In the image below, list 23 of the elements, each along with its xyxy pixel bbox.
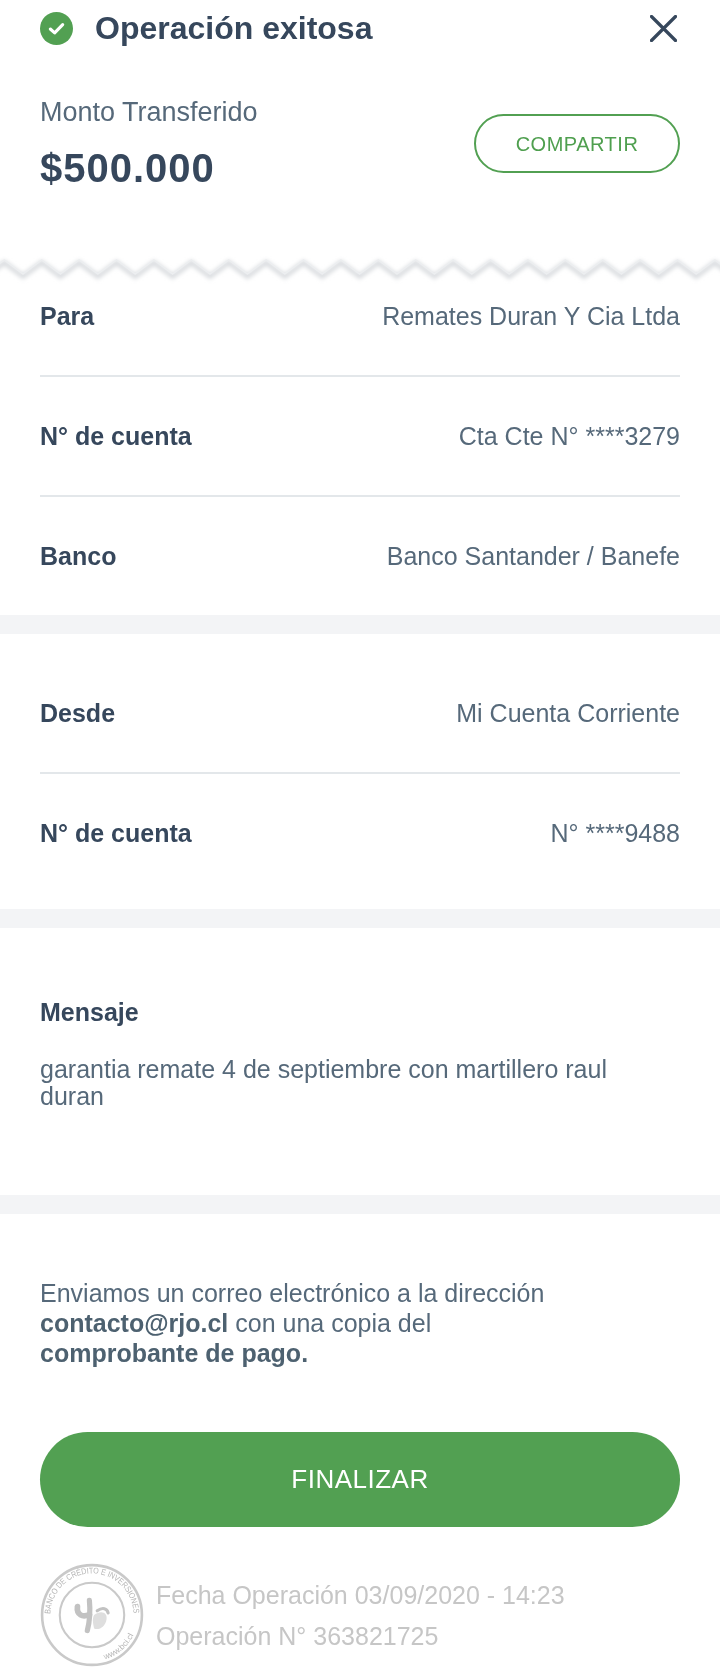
field-label: N° de cuenta (40, 421, 192, 451)
share-button[interactable]: COMPARTIR (474, 114, 680, 173)
message-label: Mensaje (40, 997, 140, 1027)
close-button[interactable] (649, 14, 677, 42)
email-notice-text: Enviamos un correo electrónico a la dirección contacto@rjo.cl con una copia del comprobante de pago. (40, 1278, 546, 1368)
operation-info-text: Operación N° 363821725 (156, 1620, 440, 1651)
field-label: Para (40, 301, 95, 331)
success-check-icon (40, 11, 73, 45)
field-value: Cta Cte N° ****3279 (458, 421, 680, 451)
field-label: N° de cuenta (40, 818, 192, 848)
field-label: Banco (40, 541, 117, 571)
field-value: Banco Santander / Banefe (386, 541, 680, 571)
field-value: N° ****9488 (550, 818, 680, 848)
finish-button[interactable]: FINALIZAR (40, 1432, 680, 1527)
close-icon (649, 14, 677, 42)
amount-value: $500.000 (40, 146, 216, 190)
field-value: Mi Cuenta Corriente (456, 698, 680, 728)
field-label: Desde (40, 698, 116, 728)
operation-info-text: Fecha Operación 03/09/2020 - 14:23 (156, 1579, 565, 1610)
field-value: Remates Duran Y Cia Ltda (382, 301, 680, 331)
page-title: Operación exitosa (95, 9, 373, 48)
message-text: garantia remate 4 de septiembre con martillero raul duran (40, 1056, 608, 1110)
amount-label: Monto Transferido (40, 97, 258, 127)
